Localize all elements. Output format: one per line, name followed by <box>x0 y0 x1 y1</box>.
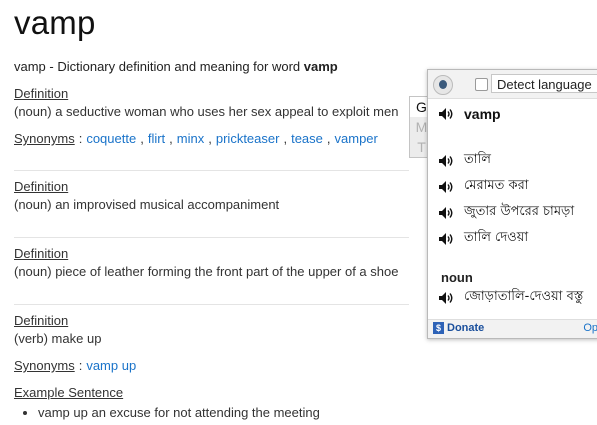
synonym-link[interactable]: tease <box>291 131 323 146</box>
comma: , <box>140 131 144 146</box>
speaker-icon[interactable] <box>438 107 454 121</box>
language-select[interactable]: Detect language <box>491 74 597 93</box>
globe-icon[interactable] <box>433 75 453 95</box>
definition-label: Definition <box>14 179 69 194</box>
page-title: vamp <box>14 4 96 41</box>
definition-label: Definition <box>14 246 69 261</box>
synonyms-label: Synonyms <box>14 358 75 373</box>
divider <box>14 304 409 305</box>
source-word: vamp <box>464 106 501 122</box>
donate-button[interactable]: $ Donate <box>433 322 484 334</box>
speaker-icon[interactable] <box>438 180 454 194</box>
definition-label: Definition <box>14 86 69 101</box>
part-of-speech-label: noun <box>441 270 473 285</box>
example-sentence: vamp up an excuse for not attending the … <box>38 404 409 422</box>
speaker-icon[interactable] <box>438 206 454 220</box>
options-link[interactable]: Op <box>583 322 597 334</box>
translation-row: জোড়াতালি-দেওয়া বস্তু <box>438 287 583 308</box>
dollar-icon: $ <box>433 322 444 334</box>
definition-text: (noun) an improvised musical accompanime… <box>14 197 280 212</box>
source-word-row: vamp <box>438 106 501 122</box>
translation-row: তালি দেওয়া <box>438 228 528 249</box>
translation-text: জোড়াতালি-দেওয়া বস্তু <box>464 289 584 304</box>
speaker-icon[interactable] <box>438 154 454 168</box>
comma: , <box>283 131 288 146</box>
translation-row: তালি <box>438 150 491 171</box>
translation-text: জুতার উপরের চামড়া <box>464 204 575 219</box>
definition-text: (verb) make up <box>14 331 102 346</box>
synonyms-label: Synonyms <box>14 131 75 146</box>
divider <box>14 170 409 171</box>
synonym-link[interactable]: prickteaser <box>216 131 280 146</box>
donate-label: Donate <box>447 322 485 334</box>
example-sentence-label: Example Sentence <box>14 385 124 400</box>
definition-block-1: Definition (noun) a seductive woman who … <box>14 85 409 148</box>
translation-text: তালি <box>464 152 491 167</box>
synonym-link[interactable]: vamper <box>335 131 378 146</box>
synonym-link[interactable]: flirt <box>148 131 165 146</box>
translation-row: মেরামত করা <box>438 176 529 197</box>
comma: , <box>326 131 331 146</box>
definition-text: (noun) a seductive woman who uses her se… <box>14 104 399 119</box>
synonyms-row: Synonyms: coquette, flirt, minx, prickteaser… <box>14 130 409 148</box>
intro-text: vamp - Dictionary definition and meaning… <box>14 59 304 74</box>
example-list: vamp up an excuse for not attending the … <box>14 404 409 422</box>
page-intro: vamp - Dictionary definition and meaning… <box>14 59 338 74</box>
definition-label: Definition <box>14 313 69 328</box>
detect-language-checkbox[interactable] <box>475 78 488 91</box>
synonyms-colon: : <box>78 358 83 373</box>
divider <box>14 237 409 238</box>
speaker-icon[interactable] <box>438 291 454 305</box>
synonym-link[interactable]: coquette <box>86 131 136 146</box>
definition-block-2: Definition (noun) an improvised musical … <box>14 178 409 214</box>
synonyms-colon: : <box>78 131 83 146</box>
definition-text: (noun) piece of leather forming the fron… <box>14 264 399 279</box>
synonyms-row: Synonyms: vamp up <box>14 357 409 375</box>
definition-block-4: Definition (verb) make up Synonyms: vamp … <box>14 312 409 422</box>
popup-footer: $ Donate Op <box>428 319 597 338</box>
translation-text: তালি দেওয়া <box>464 230 529 245</box>
synonym-link[interactable]: minx <box>177 131 204 146</box>
translation-text: মেরামত করা <box>464 178 529 193</box>
comma: , <box>208 131 212 146</box>
translation-row: জুতার উপরের চামড়া <box>438 202 574 223</box>
speaker-icon[interactable] <box>438 232 454 246</box>
popup-header: Detect language <box>428 70 597 99</box>
comma: , <box>169 131 173 146</box>
definition-block-3: Definition (noun) piece of leather formi… <box>14 245 409 281</box>
synonym-link[interactable]: vamp up <box>86 358 136 373</box>
translation-popup: Detect language vamp তালি মেরামত করা জুত… <box>427 69 597 339</box>
intro-word: vamp <box>303 59 338 74</box>
